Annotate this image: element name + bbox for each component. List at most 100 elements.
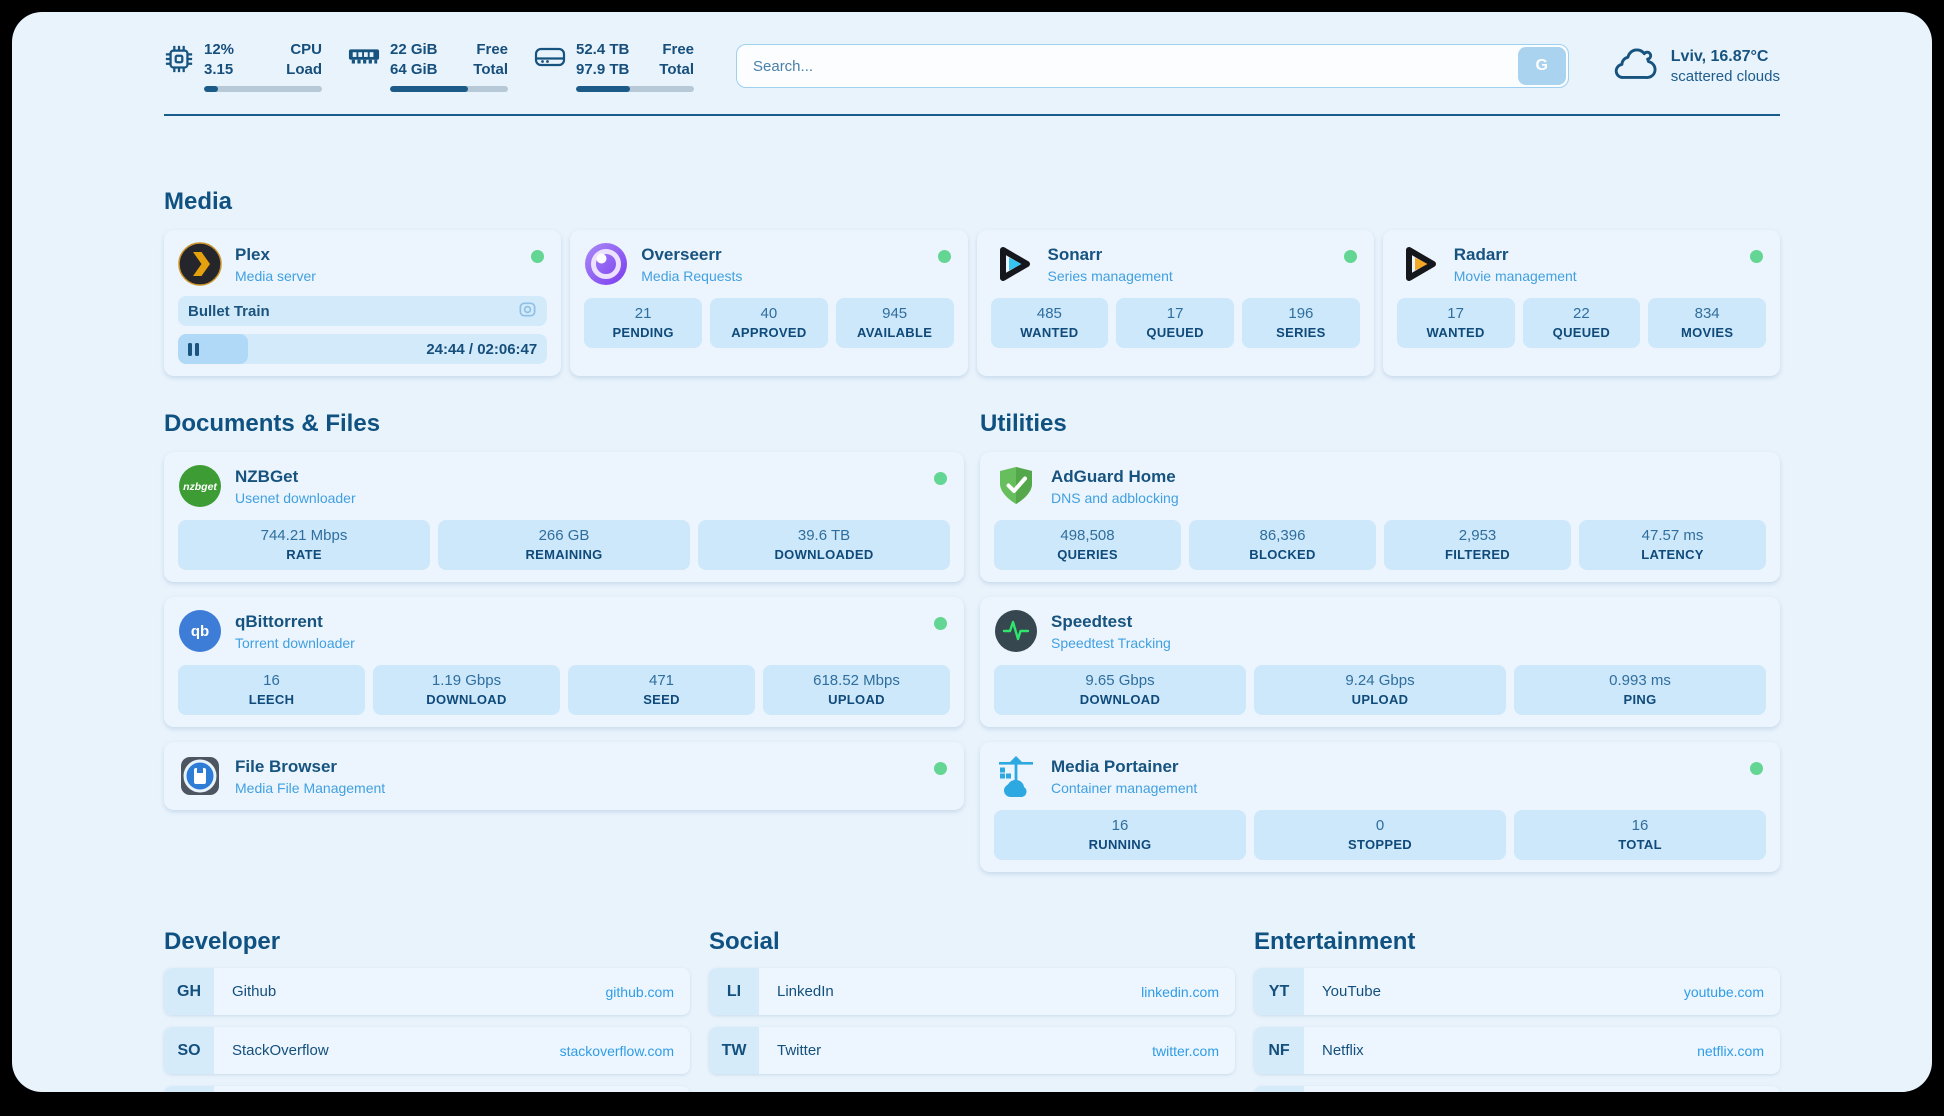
section-title-utilities: Utilities (980, 410, 1780, 438)
disk-free-label: Free (659, 40, 694, 60)
stat-chip: 17QUEUED (1116, 298, 1234, 348)
cloud-icon (1613, 46, 1659, 87)
app-card-filebrowser[interactable]: File Browser Media File Management (164, 742, 964, 810)
cpu-usage-value: 12% (204, 40, 234, 60)
search-input[interactable] (736, 44, 1569, 88)
disk-free-value: 52.4 TB (576, 40, 629, 60)
app-description: Media server (235, 268, 316, 284)
bookmark-dev[interactable]: DT DEV dev.to (164, 1086, 690, 1092)
weather-location-temp: Lviv, 16.87°C (1671, 48, 1780, 66)
stat-chip: 196SERIES (1242, 298, 1360, 348)
pause-icon (188, 343, 199, 356)
video-session-icon[interactable] (518, 300, 537, 323)
stat-chip: 0STOPPED (1254, 810, 1506, 860)
app-name: Sonarr (1048, 245, 1173, 265)
app-card-adguard[interactable]: AdGuard Home DNS and adblocking 498,508Q… (980, 452, 1780, 582)
bookmark-github[interactable]: GH Github github.com (164, 968, 690, 1015)
app-card-plex[interactable]: Plex Media server Bullet Train (164, 230, 561, 376)
app-name: Radarr (1454, 245, 1577, 265)
status-dot-online (938, 250, 951, 263)
app-description: DNS and adblocking (1051, 490, 1179, 506)
stat-chip: 744.21 MbpsRATE (178, 520, 430, 570)
memory-free-value: 22 GiB (390, 40, 438, 60)
app-description: Container management (1051, 780, 1197, 796)
filebrowser-icon (178, 754, 222, 798)
top-bar: 12% 3.15 CPU Load (164, 12, 1780, 92)
stat-chip: 9.24 GbpsUPLOAD (1254, 665, 1506, 715)
nzbget-icon: nzbget (178, 464, 222, 508)
playback-time: 24:44 / 02:06:47 (426, 341, 537, 358)
system-stats: 12% 3.15 CPU Load (164, 40, 694, 92)
app-card-overseerr[interactable]: Overseerr Media Requests 21PENDING 40APP… (570, 230, 967, 376)
app-name: File Browser (235, 757, 385, 777)
stat-chip: 1.19 GbpsDOWNLOAD (373, 665, 560, 715)
app-name: Speedtest (1051, 612, 1171, 632)
netflix-abbr-icon: NF (1254, 1027, 1304, 1074)
status-dot-online (1344, 250, 1357, 263)
app-card-qbittorrent[interactable]: qb qBittorrent Torrent downloader 16LEEC… (164, 597, 964, 727)
app-card-nzbget[interactable]: nzbget NZBGet Usenet downloader 744.21 M… (164, 452, 964, 582)
disk-progress-track (576, 86, 694, 92)
stat-chip: 47.57 msLATENCY (1579, 520, 1766, 570)
bookmark-twitter[interactable]: TW Twitter twitter.com (709, 1027, 1235, 1074)
status-dot-online (934, 472, 947, 485)
stat-chip: 2,953FILTERED (1384, 520, 1571, 570)
svg-text:qb: qb (191, 623, 209, 640)
stat-chip: 266 GBREMAINING (438, 520, 690, 570)
overseerr-icon (584, 242, 628, 286)
youtube-abbr-icon: YT (1254, 968, 1304, 1015)
bookmark-stackoverflow[interactable]: SO StackOverflow stackoverflow.com (164, 1027, 690, 1074)
disk-total-label: Total (659, 60, 694, 80)
stat-chip: 9.65 GbpsDOWNLOAD (994, 665, 1246, 715)
app-name: Plex (235, 245, 316, 265)
app-card-radarr[interactable]: Radarr Movie management 17WANTED 22QUEUE… (1383, 230, 1780, 376)
search-engine-button[interactable]: G (1518, 47, 1566, 85)
qbittorrent-icon: qb (178, 609, 222, 653)
section-title-developer: Developer (164, 928, 690, 956)
disk-stat: 52.4 TB 97.9 TB Free Total (534, 40, 694, 92)
status-dot-online (934, 617, 947, 630)
stat-chip: 21PENDING (584, 298, 702, 348)
section-title-entertainment: Entertainment (1254, 928, 1780, 956)
app-name: Media Portainer (1051, 757, 1197, 777)
disk-total-value: 97.9 TB (576, 60, 629, 80)
section-title-media: Media (164, 188, 1780, 216)
memory-stat: 22 GiB 64 GiB Free Total (348, 40, 508, 92)
reddit-abbr-icon: RE (1254, 1086, 1304, 1092)
cpu-load-value: 3.15 (204, 60, 234, 80)
stat-chip: 618.52 MbpsUPLOAD (763, 665, 950, 715)
stat-chip: 0.993 msPING (1514, 665, 1766, 715)
app-description: Series management (1048, 268, 1173, 284)
search-box: G (736, 44, 1569, 88)
radarr-icon (1397, 242, 1441, 286)
status-dot-online (1750, 762, 1763, 775)
stat-chip: 40APPROVED (710, 298, 828, 348)
linkedin-abbr-icon: LI (709, 968, 759, 1015)
stat-chip: 485WANTED (991, 298, 1109, 348)
disk-progress-fill (576, 86, 630, 92)
app-name: NZBGet (235, 467, 356, 487)
app-card-portainer[interactable]: Media Portainer Container management 16R… (980, 742, 1780, 872)
playback-progress-bar: 24:44 / 02:06:47 (178, 334, 547, 364)
bookmark-youtube[interactable]: YT YouTube youtube.com (1254, 968, 1780, 1015)
section-title-social: Social (709, 928, 1235, 956)
dev-abbr-icon: DT (164, 1086, 214, 1092)
stat-chip: 17WANTED (1397, 298, 1515, 348)
portainer-icon (994, 754, 1038, 798)
bookmark-netflix[interactable]: NF Netflix netflix.com (1254, 1027, 1780, 1074)
cpu-progress-fill (204, 86, 218, 92)
header-divider (164, 114, 1780, 116)
status-dot-online (1750, 250, 1763, 263)
memory-total-label: Total (473, 60, 508, 80)
app-card-speedtest[interactable]: Speedtest Speedtest Tracking 9.65 GbpsDO… (980, 597, 1780, 727)
app-description: Speedtest Tracking (1051, 635, 1171, 651)
bookmark-reddit[interactable]: RE Reddit reddit.com (1254, 1086, 1780, 1092)
app-card-sonarr[interactable]: Sonarr Series management 485WANTED 17QUE… (977, 230, 1374, 376)
stat-chip: 834MOVIES (1648, 298, 1766, 348)
cpu-stat: 12% 3.15 CPU Load (164, 40, 322, 92)
bookmark-linkedin[interactable]: LI LinkedIn linkedin.com (709, 968, 1235, 1015)
app-name: Overseerr (641, 245, 742, 265)
dashboard-panel: 12% 3.15 CPU Load (12, 12, 1932, 1092)
cpu-load-label: Load (286, 60, 322, 80)
now-playing-row: Bullet Train (178, 296, 547, 326)
